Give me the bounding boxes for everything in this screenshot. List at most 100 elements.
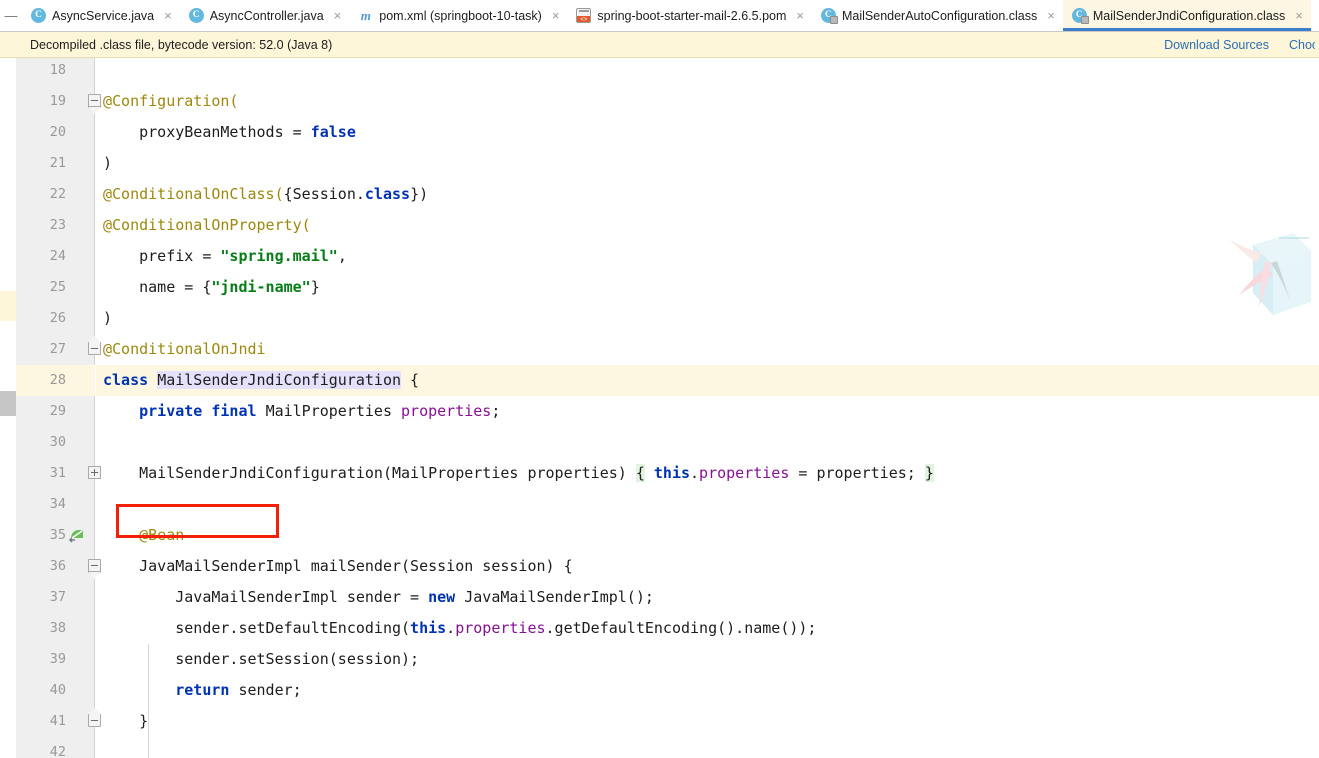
code-token: @Configuration( bbox=[103, 92, 239, 110]
gutter-row[interactable]: 29 bbox=[16, 396, 95, 427]
notification-text: Decompiled .class file, bytecode version… bbox=[30, 37, 333, 52]
gutter-row[interactable]: 22 bbox=[16, 179, 95, 210]
code-token: sender.setSession(session); bbox=[103, 650, 420, 668]
code-token: } bbox=[310, 278, 320, 296]
code-line[interactable]: return sender; bbox=[96, 675, 1319, 706]
code-line[interactable]: JavaMailSenderImpl mailSender(Session se… bbox=[96, 551, 1319, 582]
editor-tab-label: MailSenderAutoConfiguration.class bbox=[841, 8, 1038, 23]
code-token: properties bbox=[455, 619, 546, 637]
code-line[interactable]: @ConditionalOnJndi bbox=[96, 334, 1319, 365]
java-class-icon: C bbox=[1071, 8, 1089, 24]
code-line-text: class MailSenderJndiConfiguration { bbox=[96, 365, 419, 396]
gutter-row[interactable]: 39 bbox=[16, 644, 95, 675]
code-line[interactable] bbox=[96, 427, 1319, 458]
code-line-text: return sender; bbox=[96, 675, 302, 706]
code-token: name = { bbox=[103, 278, 212, 296]
editor-tab[interactable]: m pom.xml (springboot-10-task) × bbox=[349, 0, 568, 31]
editor-tab-bar: — C AsyncService.java × C AsyncController.ja… bbox=[0, 0, 1319, 32]
line-number: 42 bbox=[49, 744, 66, 758]
gutter-row[interactable]: 38 bbox=[16, 613, 95, 644]
tab-close-icon[interactable]: × bbox=[163, 9, 173, 22]
line-number: 34 bbox=[49, 496, 66, 512]
gutter-row[interactable]: 34 bbox=[16, 489, 95, 520]
notification-link[interactable]: Download Sources bbox=[1164, 38, 1269, 52]
gutter-row[interactable]: 40 bbox=[16, 675, 95, 706]
code-line[interactable]: ) bbox=[96, 303, 1319, 334]
indent-guide bbox=[148, 644, 149, 758]
code-line[interactable]: private final MailProperties properties; bbox=[96, 396, 1319, 427]
spring-bean-icon[interactable] bbox=[68, 527, 86, 545]
editor-tab[interactable]: spring-boot-starter-mail-2.6.5.pom × bbox=[567, 0, 812, 31]
gutter-row[interactable]: 26 bbox=[16, 303, 95, 334]
tab-close-icon[interactable]: × bbox=[333, 9, 343, 22]
editor-tab[interactable]: C AsyncController.java × bbox=[179, 0, 350, 31]
code-content-area[interactable]: @Configuration( proxyBeanMethods = false… bbox=[96, 58, 1319, 758]
gutter-row[interactable]: 25 bbox=[16, 272, 95, 303]
gutter-row[interactable]: 24 bbox=[16, 241, 95, 272]
code-token: this bbox=[653, 464, 691, 482]
code-token: @ConditionalOnClass( bbox=[103, 185, 284, 203]
code-line[interactable]: JavaMailSenderImpl sender = new JavaMail… bbox=[96, 582, 1319, 613]
code-line[interactable]: @Bean bbox=[96, 520, 1319, 551]
editor-tab[interactable]: C MailSenderJndiConfiguration.class × bbox=[1062, 0, 1311, 31]
code-token: return bbox=[103, 681, 230, 699]
code-line[interactable]: sender.setDefaultEncoding(this.propertie… bbox=[96, 613, 1319, 644]
code-editor[interactable]: 18 19 20 21 22 23 24 25 26 27 28 29 30 31 34 35 36 37 38 39… bbox=[0, 58, 1319, 758]
editor-tab[interactable]: C MailSenderAutoConfiguration.class × bbox=[811, 0, 1063, 31]
code-line[interactable]: @ConditionalOnProperty( bbox=[96, 210, 1319, 241]
gutter-row[interactable]: 28 bbox=[16, 365, 95, 396]
line-number: 19 bbox=[49, 93, 66, 109]
code-line[interactable]: @ConditionalOnClass({Session.class}) bbox=[96, 179, 1319, 210]
code-line-text: sender.setSession(session); bbox=[96, 644, 419, 675]
editor-gutter[interactable]: 18 19 20 21 22 23 24 25 26 27 28 29 30 31 34 35 36 37 38 39… bbox=[16, 58, 95, 758]
code-line[interactable] bbox=[96, 737, 1319, 758]
maven-icon: m bbox=[360, 8, 371, 23]
tab-close-icon[interactable]: × bbox=[551, 9, 561, 22]
code-line[interactable]: MailSenderJndiConfiguration(MailProperti… bbox=[96, 458, 1319, 489]
gutter-row[interactable]: 35 bbox=[16, 520, 95, 551]
code-token: }) bbox=[410, 185, 429, 203]
line-number: 18 bbox=[49, 62, 66, 78]
code-token: @ConditionalOnProperty( bbox=[103, 216, 311, 234]
decompiled-class-notification-bar: Decompiled .class file, bytecode version… bbox=[0, 32, 1319, 58]
notification-link[interactable]: Choose Sources... bbox=[1289, 38, 1315, 52]
gutter-row[interactable]: 31 bbox=[16, 458, 95, 489]
code-line[interactable]: } bbox=[96, 706, 1319, 737]
code-line-text: name = {"jndi-name"} bbox=[96, 272, 320, 303]
editor-tab-label: MailSenderJndiConfiguration.class bbox=[1092, 8, 1286, 23]
gutter-row[interactable]: 30 bbox=[16, 427, 95, 458]
gutter-row[interactable]: 41 bbox=[16, 706, 95, 737]
gutter-row[interactable]: 42 bbox=[16, 737, 95, 758]
code-line-text: @ConditionalOnClass({Session.class}) bbox=[96, 179, 428, 210]
code-line-text: ) bbox=[96, 148, 112, 179]
code-line[interactable]: ) bbox=[96, 148, 1319, 179]
code-line-text: JavaMailSenderImpl mailSender(Session se… bbox=[96, 551, 573, 582]
gutter-row[interactable]: 36 bbox=[16, 551, 95, 582]
tab-close-icon[interactable]: × bbox=[795, 9, 805, 22]
gutter-row[interactable]: 20 bbox=[16, 117, 95, 148]
code-token: } bbox=[924, 464, 934, 482]
gutter-row[interactable]: 23 bbox=[16, 210, 95, 241]
code-line[interactable]: @Configuration( bbox=[96, 86, 1319, 117]
collapse-handle-icon[interactable]: — bbox=[0, 0, 22, 31]
code-line-text: @Bean bbox=[96, 520, 184, 551]
gutter-row[interactable]: 19 bbox=[16, 86, 95, 117]
code-token: sender; bbox=[229, 681, 302, 699]
gutter-row[interactable]: 37 bbox=[16, 582, 95, 613]
code-token: ; bbox=[491, 402, 501, 420]
code-line[interactable]: sender.setSession(session); bbox=[96, 644, 1319, 675]
gutter-row[interactable]: 27 bbox=[16, 334, 95, 365]
code-line[interactable] bbox=[96, 489, 1319, 520]
code-line[interactable]: name = {"jndi-name"} bbox=[96, 272, 1319, 303]
gutter-row[interactable]: 21 bbox=[16, 148, 95, 179]
code-line[interactable]: class MailSenderJndiConfiguration { bbox=[96, 365, 1319, 396]
code-line[interactable]: prefix = "spring.mail", bbox=[96, 241, 1319, 272]
editor-tab[interactable]: C AsyncService.java × bbox=[22, 0, 180, 31]
code-line-text: private final MailProperties properties; bbox=[96, 396, 500, 427]
code-token: this bbox=[410, 619, 447, 637]
gutter-row[interactable]: 18 bbox=[16, 58, 95, 86]
code-line[interactable] bbox=[96, 58, 1319, 86]
code-line[interactable]: proxyBeanMethods = false bbox=[96, 117, 1319, 148]
tab-close-icon[interactable]: × bbox=[1294, 9, 1304, 22]
tab-close-icon[interactable]: × bbox=[1046, 9, 1056, 22]
